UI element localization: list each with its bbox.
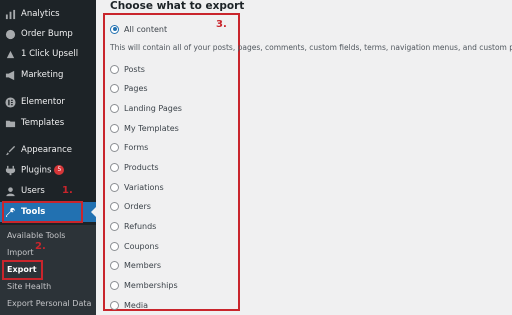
radio-button[interactable] — [110, 142, 119, 152]
page-heading: Choose what to export — [110, 0, 245, 12]
megaphone-icon — [5, 70, 16, 81]
order-bump-icon — [5, 29, 16, 40]
radio-button[interactable] — [110, 260, 119, 270]
option-label: Products — [124, 162, 159, 172]
sidebar-item-label: Users — [21, 186, 45, 196]
radio-button[interactable] — [110, 64, 119, 74]
export-option-members[interactable]: Members — [110, 258, 161, 272]
export-option-my-templates[interactable]: My Templates — [110, 121, 179, 135]
export-option-media[interactable]: Media — [110, 298, 148, 312]
radio-button[interactable] — [110, 103, 119, 113]
radio-button[interactable] — [110, 123, 119, 133]
radio-button[interactable] — [110, 221, 119, 231]
sidebar-item-label: Marketing — [21, 70, 64, 80]
export-option-products[interactable]: Products — [110, 160, 159, 174]
export-option-landing-pages[interactable]: Landing Pages — [110, 101, 182, 115]
sidebar-item-label: Analytics — [21, 9, 60, 19]
option-label: Pages — [124, 83, 148, 93]
export-option-all-content[interactable]: All content — [110, 22, 167, 36]
sidebar-item-label: 1 Click Upsell — [21, 49, 79, 59]
option-label: Members — [124, 260, 162, 270]
export-option-memberships[interactable]: Memberships — [110, 278, 178, 292]
option-label: My Templates — [124, 123, 179, 133]
annotation-label-3: 3. — [216, 19, 227, 30]
option-label: Posts — [124, 64, 145, 74]
folder-icon — [5, 118, 16, 129]
radio-button[interactable] — [110, 201, 119, 211]
all-content-description: This will contain all of your posts, pag… — [110, 43, 512, 52]
radio-button[interactable] — [110, 182, 119, 192]
radio-button[interactable] — [110, 162, 119, 172]
brush-icon — [5, 145, 16, 156]
annotation-box-export — [2, 260, 43, 280]
sidebar-item-plugins[interactable]: Plugins 5 — [0, 160, 96, 180]
submenu-item-site-health[interactable]: Site Health — [7, 282, 51, 291]
plugin-update-badge: 5 — [54, 164, 65, 175]
option-label: Media — [124, 300, 149, 310]
annotation-box-tools — [2, 201, 83, 223]
active-indicator — [91, 206, 97, 218]
export-option-posts[interactable]: Posts — [110, 62, 145, 76]
sidebar-item-appearance[interactable]: Appearance — [0, 140, 96, 160]
sidebar-item-users[interactable]: Users — [0, 181, 96, 201]
radio-button[interactable] — [110, 300, 119, 310]
radio-button[interactable] — [110, 280, 119, 290]
sidebar-item-label: Elementor — [21, 97, 65, 107]
sidebar-item-label: Plugins 5 — [21, 164, 65, 175]
sidebar-item-analytics[interactable]: Analytics — [0, 4, 96, 24]
export-option-forms[interactable]: Forms — [110, 140, 148, 154]
option-label: Memberships — [124, 280, 178, 290]
sidebar-item-1-click-upsell[interactable]: 1 Click Upsell — [0, 44, 96, 64]
submenu-item-export-personal-data[interactable]: Export Personal Data — [7, 299, 91, 308]
radio-button[interactable] — [110, 83, 119, 93]
export-option-coupons[interactable]: Coupons — [110, 239, 159, 253]
option-label: All content — [124, 24, 168, 34]
radio-button[interactable] — [110, 241, 119, 251]
sidebar-item-templates[interactable]: Templates — [0, 113, 96, 133]
export-option-pages[interactable]: Pages — [110, 81, 148, 95]
annotation-label-1: 1. — [62, 185, 73, 196]
option-label: Refunds — [124, 221, 157, 231]
option-label: Orders — [124, 201, 151, 211]
option-label: Coupons — [124, 241, 159, 251]
sidebar-item-label: Order Bump — [21, 29, 73, 39]
plug-icon — [5, 165, 16, 176]
sidebar-item-label: Appearance — [21, 145, 73, 155]
annotation-label-2: 2. — [35, 241, 46, 252]
elementor-icon — [5, 96, 16, 108]
option-label: Landing Pages — [124, 103, 182, 113]
option-label: Forms — [124, 142, 149, 152]
sidebar-item-order-bump[interactable]: Order Bump — [0, 24, 96, 44]
upsell-icon — [5, 49, 16, 60]
sidebar-item-label: Templates — [21, 118, 65, 128]
radio-button[interactable] — [110, 24, 119, 34]
analytics-icon — [5, 9, 16, 20]
export-option-refunds[interactable]: Refunds — [110, 219, 156, 233]
option-label: Variations — [124, 182, 164, 192]
submenu-item-import[interactable]: Import — [7, 248, 34, 257]
submenu-item-available-tools[interactable]: Available Tools — [7, 231, 65, 240]
sidebar-item-elementor[interactable]: Elementor — [0, 92, 96, 112]
export-option-variations[interactable]: Variations — [110, 180, 164, 194]
user-icon — [5, 186, 16, 197]
export-option-orders[interactable]: Orders — [110, 199, 151, 213]
sidebar-item-marketing[interactable]: Marketing — [0, 65, 96, 85]
